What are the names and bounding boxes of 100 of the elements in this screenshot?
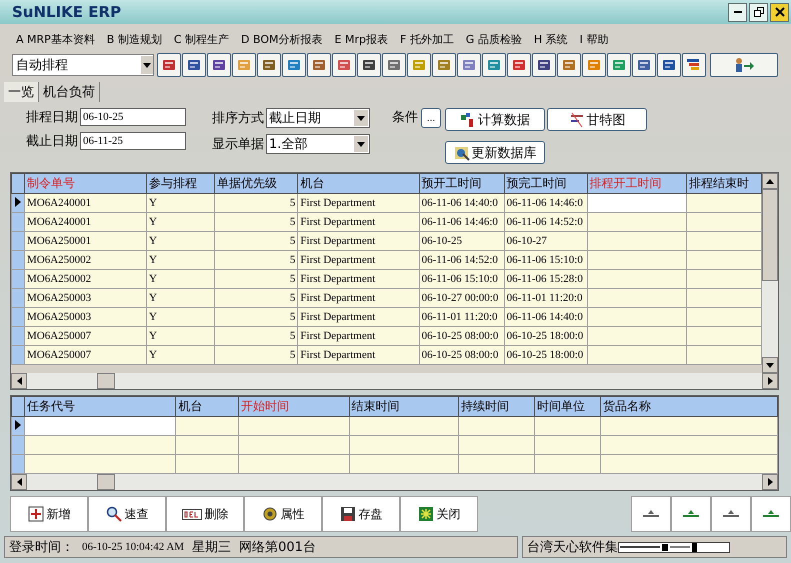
table-cell[interactable]	[24, 416, 176, 436]
table-cell[interactable]	[686, 270, 762, 288]
menu-item[interactable]: H 系统	[534, 32, 568, 46]
table-cell[interactable]: 5	[214, 194, 298, 212]
table-cell[interactable]: MO6A250001	[24, 232, 147, 250]
table-cell[interactable]: First Department	[298, 308, 420, 326]
scroll-thumb[interactable]	[97, 474, 115, 490]
table-cell[interactable]: 06-10-27	[504, 232, 588, 250]
table-cell[interactable]: Y	[146, 308, 214, 326]
table-cell[interactable]	[587, 232, 687, 250]
column-header[interactable]: 货品名称	[600, 396, 778, 416]
small-icon-button[interactable]	[671, 496, 711, 532]
table-cell[interactable]	[176, 416, 239, 436]
table-cell[interactable]: MO6A250003	[24, 308, 147, 326]
table-cell[interactable]: Y	[146, 288, 214, 308]
table-cell[interactable]	[686, 288, 762, 308]
tab[interactable]: 一览	[4, 82, 39, 102]
table-cell[interactable]	[686, 212, 762, 232]
table-cell[interactable]	[686, 194, 762, 212]
table-cell[interactable]: 5	[214, 308, 298, 326]
toolbar-button[interactable]: 存盘	[322, 496, 400, 532]
table-cell[interactable]: 06-10-25 08:00:0	[419, 326, 504, 346]
menu-item[interactable]: D BOM分析报表	[241, 32, 322, 46]
table-cell[interactable]	[686, 326, 762, 346]
toolbar-button[interactable]	[307, 53, 331, 77]
toolbar-button[interactable]	[632, 53, 656, 77]
column-header[interactable]: 结束时间	[349, 396, 459, 416]
dropdown[interactable]: 截止日期	[266, 108, 370, 128]
action-button[interactable]: 甘特图	[547, 108, 647, 131]
vertical-scrollbar[interactable]	[762, 173, 778, 373]
table-cell[interactable]: 06-11-06 15:28:0	[504, 270, 588, 288]
table-cell[interactable]: 06-11-01 11:20:0	[419, 308, 504, 326]
table-cell[interactable]: 5	[214, 346, 298, 364]
column-header[interactable]: 任务代号	[24, 396, 176, 416]
table-cell[interactable]	[458, 454, 534, 474]
table-cell[interactable]	[534, 416, 600, 436]
table-cell[interactable]	[458, 416, 534, 436]
table-cell[interactable]: Y	[146, 326, 214, 346]
toolbar-button[interactable]	[532, 53, 556, 77]
column-header[interactable]: 时间单位	[534, 396, 600, 416]
date-field[interactable]: 06-11-25	[80, 132, 186, 150]
toolbar-button[interactable]	[332, 53, 356, 77]
table-cell[interactable]: First Department	[298, 326, 420, 346]
toolbar-button[interactable]: 关闭	[400, 496, 478, 532]
table-cell[interactable]	[238, 454, 350, 474]
menu-item[interactable]: F 托外加工	[400, 32, 454, 46]
table-cell[interactable]: 5	[214, 288, 298, 308]
column-header[interactable]: 预完工时间	[504, 174, 588, 194]
table-cell[interactable]: First Department	[298, 232, 420, 250]
table-cell[interactable]	[587, 326, 687, 346]
horizontal-scrollbar[interactable]	[11, 474, 778, 490]
small-icon-button[interactable]	[711, 496, 751, 532]
table-cell[interactable]	[600, 454, 778, 474]
table-cell[interactable]: First Department	[298, 194, 420, 212]
action-button[interactable]: 计算数据	[445, 108, 545, 131]
table-cell[interactable]	[587, 288, 687, 308]
table-cell[interactable]	[24, 436, 176, 454]
table-cell[interactable]: 06-11-06 14:52:0	[419, 250, 504, 270]
table-cell[interactable]: 06-11-06 14:46:0	[419, 212, 504, 232]
toolbar-button[interactable]	[432, 53, 456, 77]
table-cell[interactable]: 06-10-25 18:00:0	[504, 346, 588, 364]
table-cell[interactable]	[686, 346, 762, 364]
toolbar-button[interactable]	[382, 53, 406, 77]
menu-item[interactable]: G 品质检验	[466, 32, 522, 46]
toolbar-button[interactable]	[482, 53, 506, 77]
table-cell[interactable]: Y	[146, 250, 214, 270]
toolbar-button[interactable]	[557, 53, 581, 77]
toolbar-button[interactable]: 属性	[244, 496, 322, 532]
table-cell[interactable]: Y	[146, 232, 214, 250]
dropdown[interactable]: 1.全部	[266, 134, 370, 154]
table-cell[interactable]	[600, 436, 778, 454]
menu-item[interactable]: B 制造规划	[106, 32, 162, 46]
toolbar-button[interactable]: 新增	[10, 496, 88, 532]
table-cell[interactable]	[686, 232, 762, 250]
action-button[interactable]: 更新数据库	[445, 141, 545, 164]
menu-item[interactable]: I 帮助	[580, 32, 608, 46]
table-cell[interactable]: 5	[214, 232, 298, 250]
scroll-thumb[interactable]	[97, 373, 115, 389]
table-cell[interactable]	[587, 250, 687, 270]
toolbar-button[interactable]: 速查	[88, 496, 166, 532]
toolbar-button[interactable]	[582, 53, 606, 77]
table-cell[interactable]	[686, 250, 762, 270]
table-cell[interactable]: 06-11-01 11:20:0	[504, 288, 588, 308]
table-cell[interactable]	[600, 416, 778, 436]
table-cell[interactable]: 5	[214, 326, 298, 346]
table-cell[interactable]: MO6A250002	[24, 250, 147, 270]
table-cell[interactable]: 06-11-06 15:10:0	[504, 250, 588, 270]
table-cell[interactable]	[176, 454, 239, 474]
date-field[interactable]: 06-10-25	[80, 108, 186, 126]
toolbar-button[interactable]	[357, 53, 381, 77]
table-cell[interactable]	[686, 308, 762, 326]
table-cell[interactable]: 06-10-25	[419, 232, 504, 250]
table-cell[interactable]	[349, 436, 459, 454]
table-cell[interactable]: First Department	[298, 250, 420, 270]
column-header[interactable]: 排程结束时	[686, 174, 762, 194]
menu-item[interactable]: C 制程生产	[174, 32, 230, 46]
small-icon-button[interactable]	[631, 496, 671, 532]
table-cell[interactable]	[587, 194, 687, 212]
table-cell[interactable]: MO6A250002	[24, 270, 147, 288]
table-cell[interactable]: First Department	[298, 212, 420, 232]
